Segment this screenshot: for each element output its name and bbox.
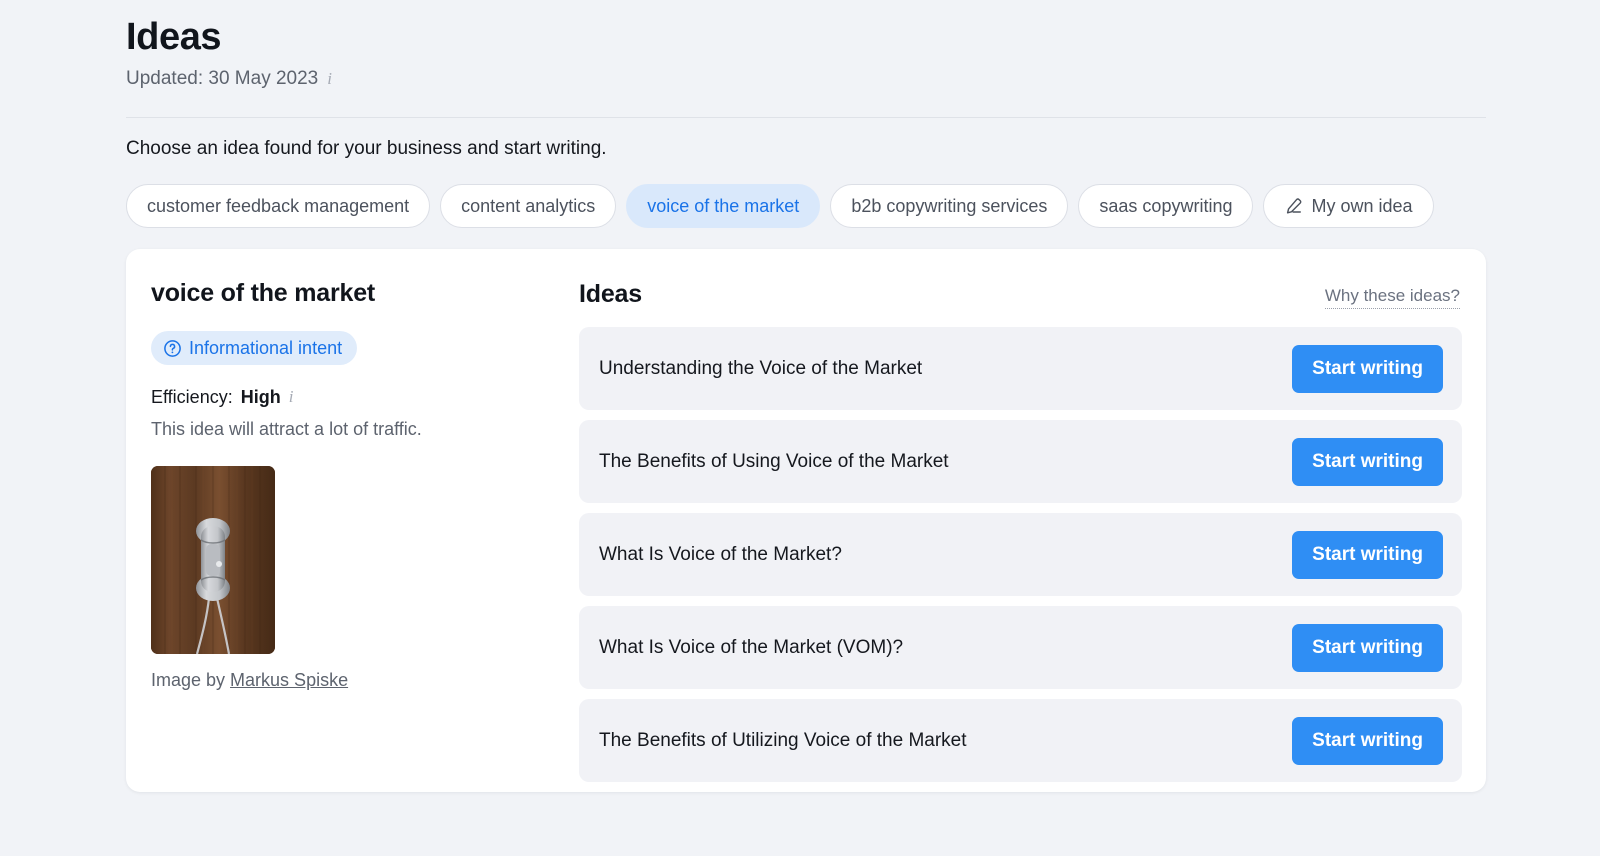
image-credit-author-link[interactable]: Markus Spiske xyxy=(230,670,348,690)
chip-content-analytics[interactable]: content analytics xyxy=(440,184,617,228)
chip-customer-feedback-management[interactable]: customer feedback management xyxy=(126,184,431,228)
chip-label: saas copywriting xyxy=(1099,195,1233,216)
intent-badge-label: Informational intent xyxy=(189,337,343,358)
info-i-icon[interactable]: i xyxy=(327,70,332,87)
image-credit-prefix: Image by xyxy=(151,670,231,690)
idea-list-item[interactable]: The Benefits of Utilizing Voice of the M… xyxy=(579,699,1462,782)
ideas-heading: Ideas xyxy=(579,280,642,308)
chip-voice-of-the-market[interactable]: voice of the market xyxy=(626,184,821,228)
ideas-list-header: Ideas Why these ideas? xyxy=(579,273,1462,309)
header-divider xyxy=(126,117,1486,118)
idea-name: voice of the market xyxy=(151,279,376,307)
chip-label: My own idea xyxy=(1311,195,1413,216)
question-circle-icon xyxy=(164,339,181,357)
chip-saas-copywriting[interactable]: saas copywriting xyxy=(1078,184,1254,228)
idea-item-title: What Is Voice of the Market? xyxy=(599,544,842,565)
intent-badge[interactable]: Informational intent xyxy=(151,331,358,365)
page-title: Ideas xyxy=(126,16,222,58)
ideas-list: Understanding the Voice of the Market St… xyxy=(579,327,1462,782)
chip-label: customer feedback management xyxy=(147,195,410,216)
ideas-list-panel: Ideas Why these ideas? Understanding the… xyxy=(579,273,1462,782)
idea-item-title: The Benefits of Utilizing Voice of the M… xyxy=(599,730,967,751)
idea-item-title: Understanding the Voice of the Market xyxy=(599,358,923,379)
ideas-card: voice of the market Informational intent… xyxy=(126,249,1486,792)
idea-detail-panel: voice of the market Informational intent… xyxy=(151,277,551,692)
idea-list-item[interactable]: What Is Voice of the Market? Start writi… xyxy=(579,513,1462,596)
image-credit: Image by Markus Spiske xyxy=(151,669,551,692)
chip-label: voice of the market xyxy=(647,195,800,216)
updated-row: Updated: 30 May 2023 i xyxy=(126,67,1486,91)
updated-label: Updated: 30 May 2023 xyxy=(126,68,319,89)
idea-chip-list: customer feedback management content ana… xyxy=(126,184,1434,228)
start-writing-button[interactable]: Start writing xyxy=(1292,623,1443,672)
start-writing-button[interactable]: Start writing xyxy=(1292,530,1443,579)
efficiency-description: This idea will attract a lot of traffic. xyxy=(151,419,422,439)
chip-my-own-idea[interactable]: My own idea xyxy=(1263,184,1434,228)
start-writing-button[interactable]: Start writing xyxy=(1292,437,1443,486)
pencil-icon xyxy=(1287,197,1302,213)
idea-list-item[interactable]: Understanding the Voice of the Market St… xyxy=(579,327,1462,410)
page-subtitle: Choose an idea found for your business a… xyxy=(126,138,607,159)
chip-b2b-copywriting-services[interactable]: b2b copywriting services xyxy=(830,184,1069,228)
efficiency-info-icon[interactable]: i xyxy=(289,388,294,405)
start-writing-button[interactable]: Start writing xyxy=(1292,344,1443,393)
idea-thumbnail xyxy=(151,466,275,654)
ideas-page: Ideas Updated: 30 May 2023 i Choose an i… xyxy=(0,0,1600,856)
chip-label: content analytics xyxy=(461,195,596,216)
chip-label: b2b copywriting services xyxy=(851,195,1048,216)
idea-item-title: What Is Voice of the Market (VOM)? xyxy=(599,637,904,658)
efficiency-row: Efficiency: High i xyxy=(151,386,551,409)
efficiency-label: Efficiency: xyxy=(151,387,233,407)
start-writing-button[interactable]: Start writing xyxy=(1292,716,1443,765)
idea-list-item[interactable]: What Is Voice of the Market (VOM)? Start… xyxy=(579,606,1462,689)
telephone-on-wood-image xyxy=(151,466,275,654)
page-header: Ideas Updated: 30 May 2023 i xyxy=(126,14,1486,91)
why-these-ideas-link[interactable]: Why these ideas? xyxy=(1324,286,1460,309)
idea-item-title: The Benefits of Using Voice of the Marke… xyxy=(599,451,949,472)
efficiency-value: High xyxy=(240,387,281,407)
idea-list-item[interactable]: The Benefits of Using Voice of the Marke… xyxy=(579,420,1462,503)
